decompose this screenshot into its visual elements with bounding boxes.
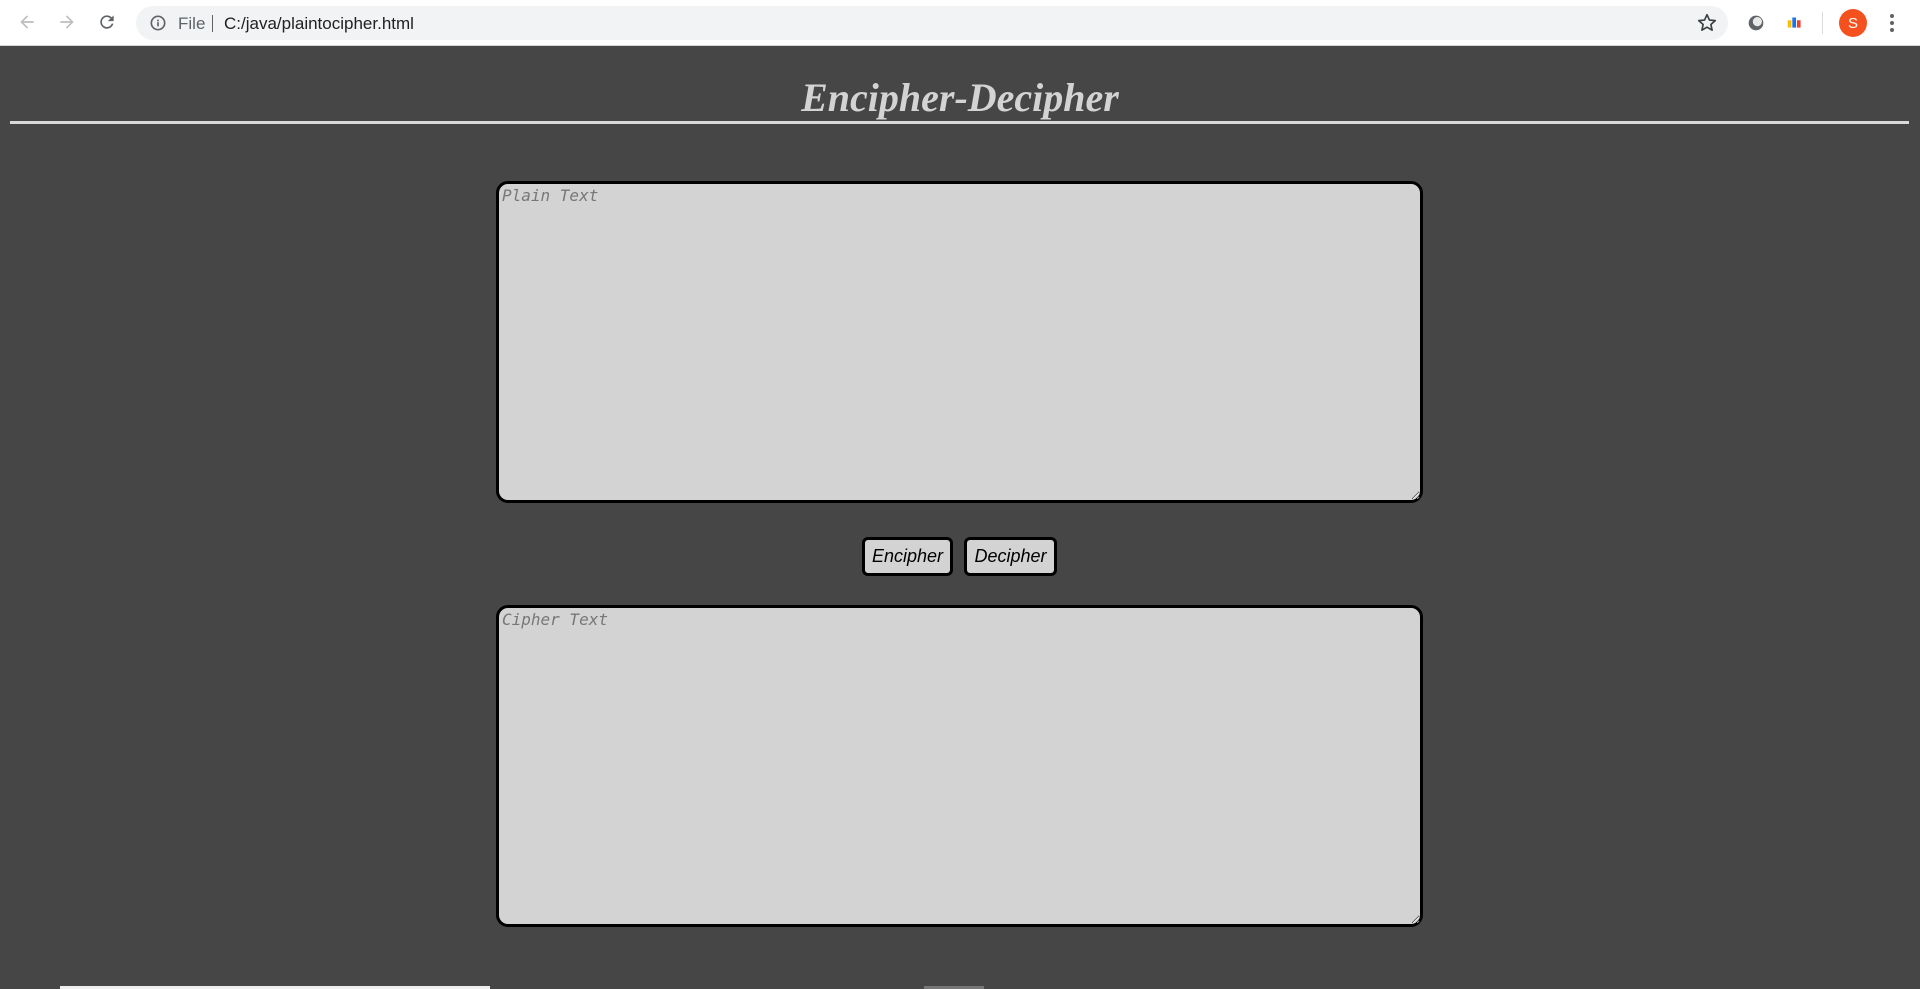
forward-arrow-icon[interactable] (53, 8, 81, 36)
extension-icon[interactable] (1745, 12, 1767, 34)
toolbar-divider (1822, 12, 1823, 34)
decipher-button[interactable]: Decipher (964, 537, 1057, 576)
cipher-text-input[interactable] (496, 605, 1423, 927)
extension-icon[interactable] (1785, 12, 1807, 34)
info-icon[interactable] (148, 13, 168, 33)
address-separator (212, 15, 213, 32)
url-text[interactable]: C:/java/plaintocipher.html (224, 14, 414, 34)
browser-toolbar: File C:/java/plaintocipher.html S (0, 0, 1920, 46)
avatar[interactable]: S (1839, 9, 1867, 37)
star-icon[interactable] (1696, 12, 1718, 34)
address-bar[interactable]: File C:/java/plaintocipher.html (136, 6, 1728, 40)
title-divider (10, 121, 1909, 124)
plain-text-input[interactable] (496, 181, 1423, 503)
encipher-button[interactable]: Encipher (862, 537, 953, 576)
back-arrow-icon[interactable] (13, 8, 41, 36)
page-title: Encipher-Decipher (801, 75, 1119, 120)
more-icon[interactable] (1884, 11, 1900, 35)
reload-icon[interactable] (93, 8, 121, 36)
scheme-label: File (178, 14, 206, 33)
